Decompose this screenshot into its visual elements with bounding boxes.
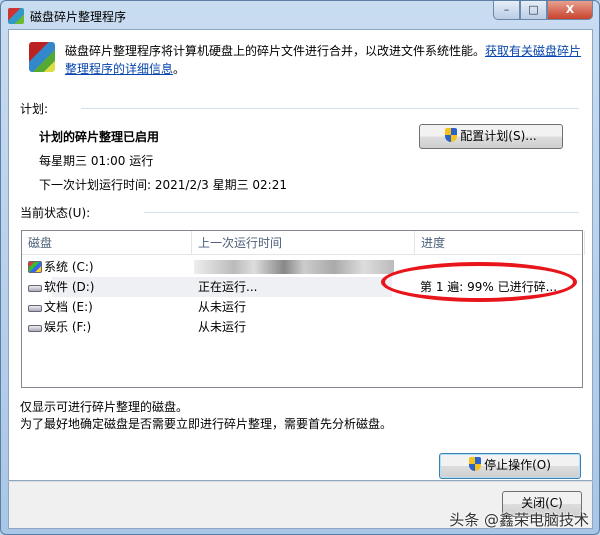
description: 磁盘碎片整理程序将计算机硬盘上的碎片文件进行合并，以改进文件系统性能。获取有关磁…	[65, 42, 585, 78]
hard-drive-icon	[28, 305, 42, 312]
disk-row-f[interactable]: 娱乐 (F:) 从未运行	[22, 317, 582, 337]
note-line-2: 为了最好地确定磁盘是否需要立即进行碎片整理，需要首先分析磁盘。	[20, 417, 393, 431]
note-line-1: 仅显示可进行碎片整理的磁盘。	[20, 400, 189, 414]
column-disk[interactable]: 磁盘	[22, 231, 192, 255]
close-window-button[interactable]: X	[547, 1, 593, 20]
last-run: 从未运行	[198, 320, 247, 334]
description-end: 。	[173, 62, 186, 76]
hard-drive-icon	[28, 285, 42, 292]
current-status-label: 当前状态(U):	[20, 206, 91, 220]
disk-name: 软件 (D:)	[44, 280, 95, 294]
defrag-app-icon	[8, 8, 24, 24]
next-run-time: 下一次计划运行时间: 2021/2/3 星期三 02:21	[39, 178, 287, 192]
disk-name: 娱乐 (F:)	[44, 320, 92, 334]
maximize-button[interactable]: □	[520, 1, 547, 20]
watermark: 头条 @鑫荣电脑技术	[449, 511, 589, 529]
column-last-run[interactable]: 上一次运行时间	[192, 231, 415, 255]
system-drive-icon	[28, 261, 42, 273]
red-annotation-ellipse	[381, 262, 577, 302]
schedule-divider	[81, 108, 579, 109]
disk-list[interactable]: 磁盘 上一次运行时间 进度 系统 (C:) 软件 (D:) 正在运行... 第 …	[21, 230, 585, 388]
defrag-large-icon	[29, 42, 55, 72]
uac-shield-icon	[445, 128, 458, 142]
last-run: 从未运行	[198, 300, 247, 314]
uac-shield-icon	[469, 457, 482, 471]
configure-schedule-button[interactable]: 配置计划(S)...	[419, 124, 563, 149]
defrag-window: 磁盘碎片整理程序 – □ X 磁盘碎片整理程序将计算机硬盘上的碎片文件进行合并，…	[0, 0, 600, 535]
title-bar[interactable]: 磁盘碎片整理程序 – □ X	[1, 1, 599, 29]
schedule-frequency: 每星期三 01:00 运行	[39, 154, 154, 168]
schedule-label: 计划:	[20, 102, 49, 116]
column-progress[interactable]: 进度	[415, 231, 585, 255]
window-title: 磁盘碎片整理程序	[30, 10, 127, 24]
description-text: 磁盘碎片整理程序将计算机硬盘上的碎片文件进行合并，以改进文件系统性能。	[65, 44, 486, 58]
main-panel: 磁盘碎片整理程序将计算机硬盘上的碎片文件进行合并，以改进文件系统性能。获取有关磁…	[8, 29, 593, 481]
minimize-button[interactable]: –	[493, 1, 520, 20]
disk-name: 系统 (C:)	[44, 260, 94, 274]
stop-operation-button[interactable]: 停止操作(O)	[439, 453, 581, 479]
schedule-status: 计划的碎片整理已启用	[39, 130, 160, 144]
column-header-row: 磁盘 上一次运行时间 进度	[22, 231, 585, 255]
configure-schedule-label: 配置计划(S)...	[460, 129, 537, 143]
hard-drive-icon	[28, 325, 42, 332]
disk-name: 文档 (E:)	[44, 300, 93, 314]
stop-operation-label: 停止操作(O)	[484, 458, 551, 472]
last-run: 正在运行...	[198, 280, 258, 294]
last-run-redacted	[194, 260, 394, 274]
status-divider	[144, 212, 579, 213]
